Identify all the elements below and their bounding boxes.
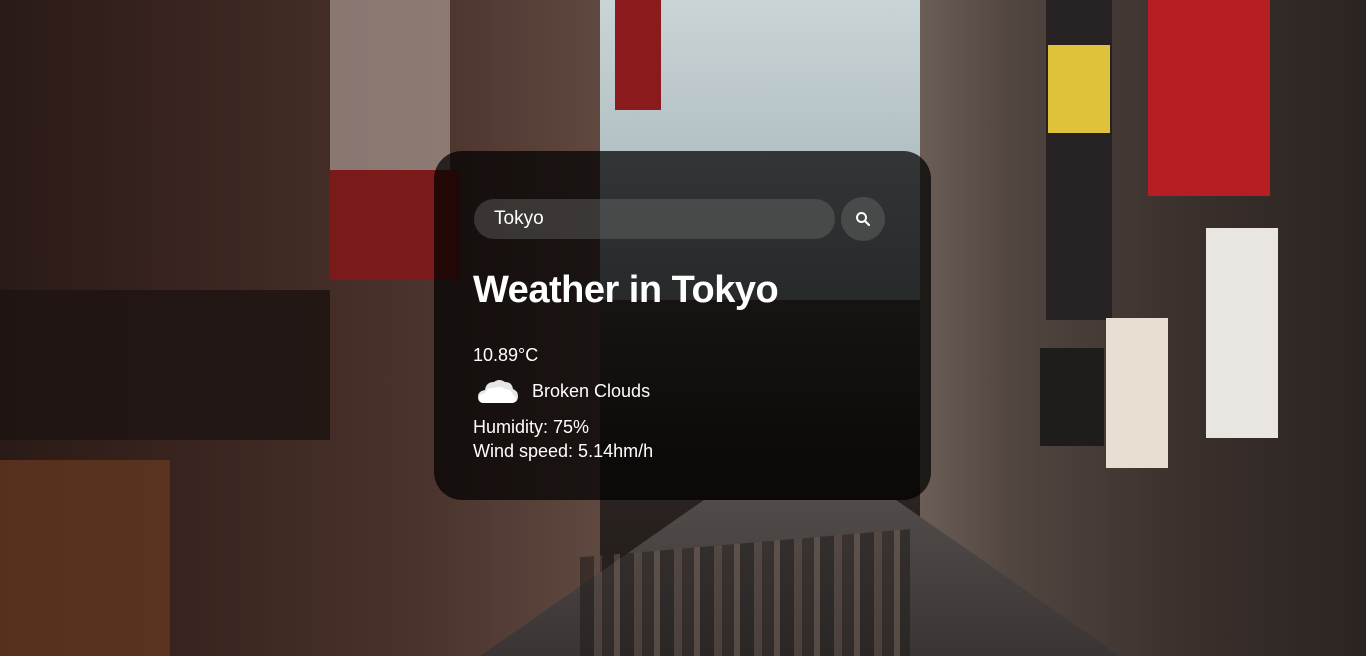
sign-decor	[1148, 0, 1270, 196]
weather-card: Weather in Tokyo 10.89°C Broken Clouds H…	[434, 151, 931, 500]
condition-text: Broken Clouds	[532, 380, 651, 401]
sign-decor	[1206, 228, 1278, 438]
sign-decor	[615, 0, 661, 110]
temperature: 10.89°C	[473, 345, 539, 365]
sign-decor	[1048, 45, 1110, 133]
sign-decor	[0, 290, 330, 440]
search-bar	[474, 197, 885, 241]
wind-speed: Wind speed: 5.14hm/h	[473, 441, 654, 461]
humidity: Humidity: 75%	[473, 417, 590, 437]
search-input[interactable]	[474, 199, 835, 239]
sign-decor	[1106, 318, 1168, 468]
search-button[interactable]	[841, 197, 885, 241]
sign-decor	[1040, 348, 1104, 446]
search-icon	[856, 212, 871, 227]
sign-decor	[0, 460, 170, 656]
city-title: Weather in Tokyo	[473, 269, 779, 311]
cloud-icon	[478, 380, 518, 403]
condition-row: Broken Clouds	[478, 377, 650, 405]
